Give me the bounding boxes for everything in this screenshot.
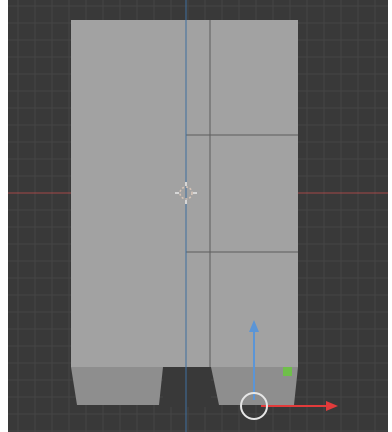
3d-viewport[interactable] (8, 0, 388, 432)
viewport-canvas[interactable] (8, 0, 388, 432)
mesh-object[interactable] (71, 20, 298, 407)
gizmo-plane-handle[interactable] (283, 367, 292, 376)
mesh-notch-gap (163, 367, 211, 407)
mesh-left-foot[interactable] (71, 367, 163, 405)
mesh-body[interactable] (71, 20, 298, 367)
